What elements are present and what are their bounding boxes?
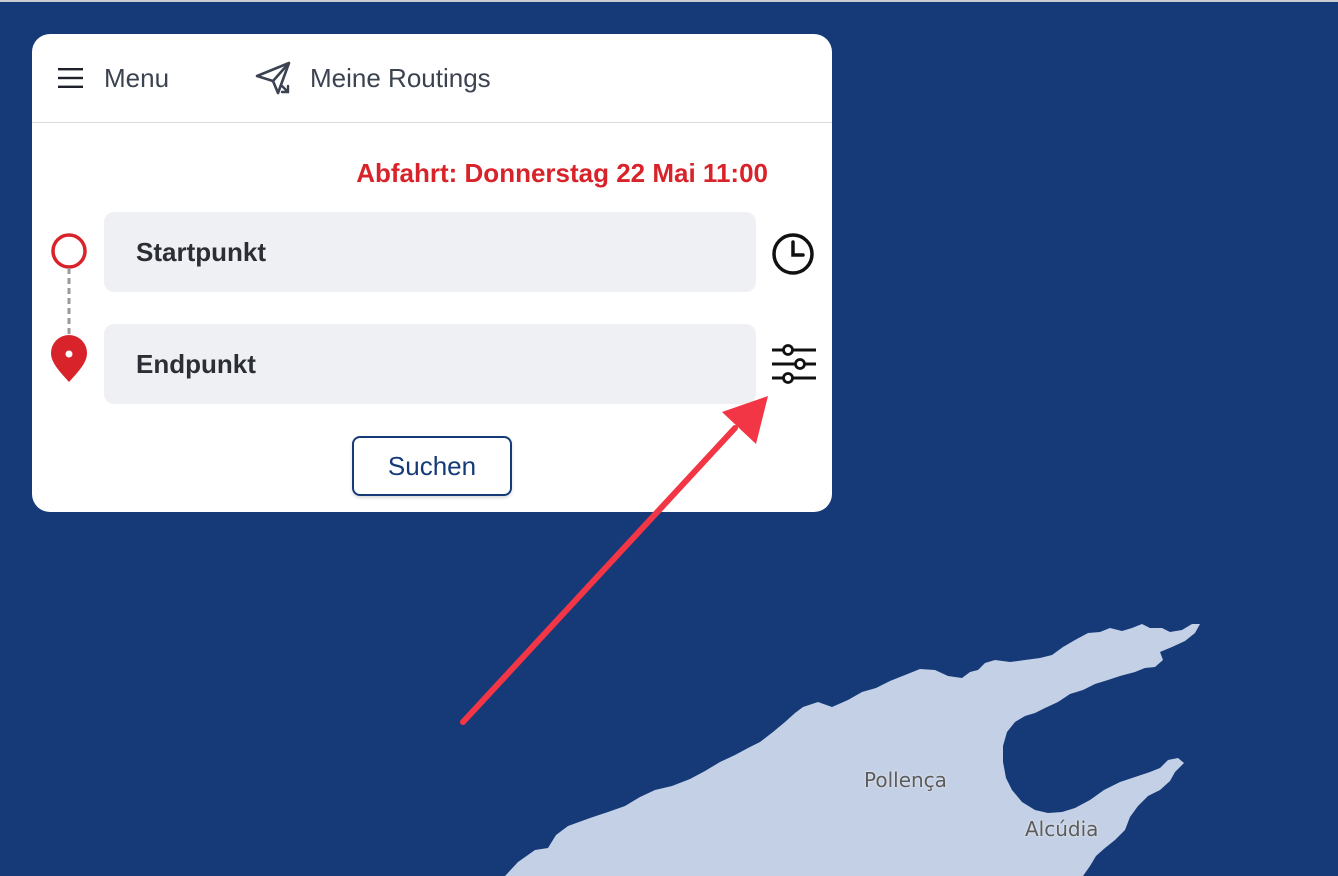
departure-time-text[interactable]: Abfahrt: Donnerstag 22 Mai 11:00 — [356, 158, 768, 189]
routing-panel: Menu Meine Routings Abfahrt: Donnerstag … — [32, 34, 832, 512]
search-button[interactable]: Suchen — [352, 436, 512, 496]
clock-icon[interactable] — [770, 231, 816, 277]
menu-button[interactable]: Menu — [58, 58, 169, 98]
my-routings-label: Meine Routings — [310, 62, 491, 93]
sliders-icon[interactable] — [770, 342, 818, 388]
my-routings-button[interactable]: Meine Routings — [254, 58, 491, 98]
map-label-alcudia: Alcúdia — [1025, 817, 1099, 841]
start-point-input[interactable] — [104, 212, 756, 292]
end-point-input[interactable] — [104, 324, 756, 404]
hamburger-icon — [58, 68, 83, 88]
map-pin-icon — [51, 335, 87, 382]
route-markers — [51, 233, 87, 382]
panel-header: Menu Meine Routings — [32, 34, 832, 123]
menu-label: Menu — [104, 62, 170, 93]
send-route-icon — [255, 61, 291, 95]
start-circle-icon — [51, 233, 87, 269]
map-label-pollenca: Pollença — [864, 768, 947, 792]
